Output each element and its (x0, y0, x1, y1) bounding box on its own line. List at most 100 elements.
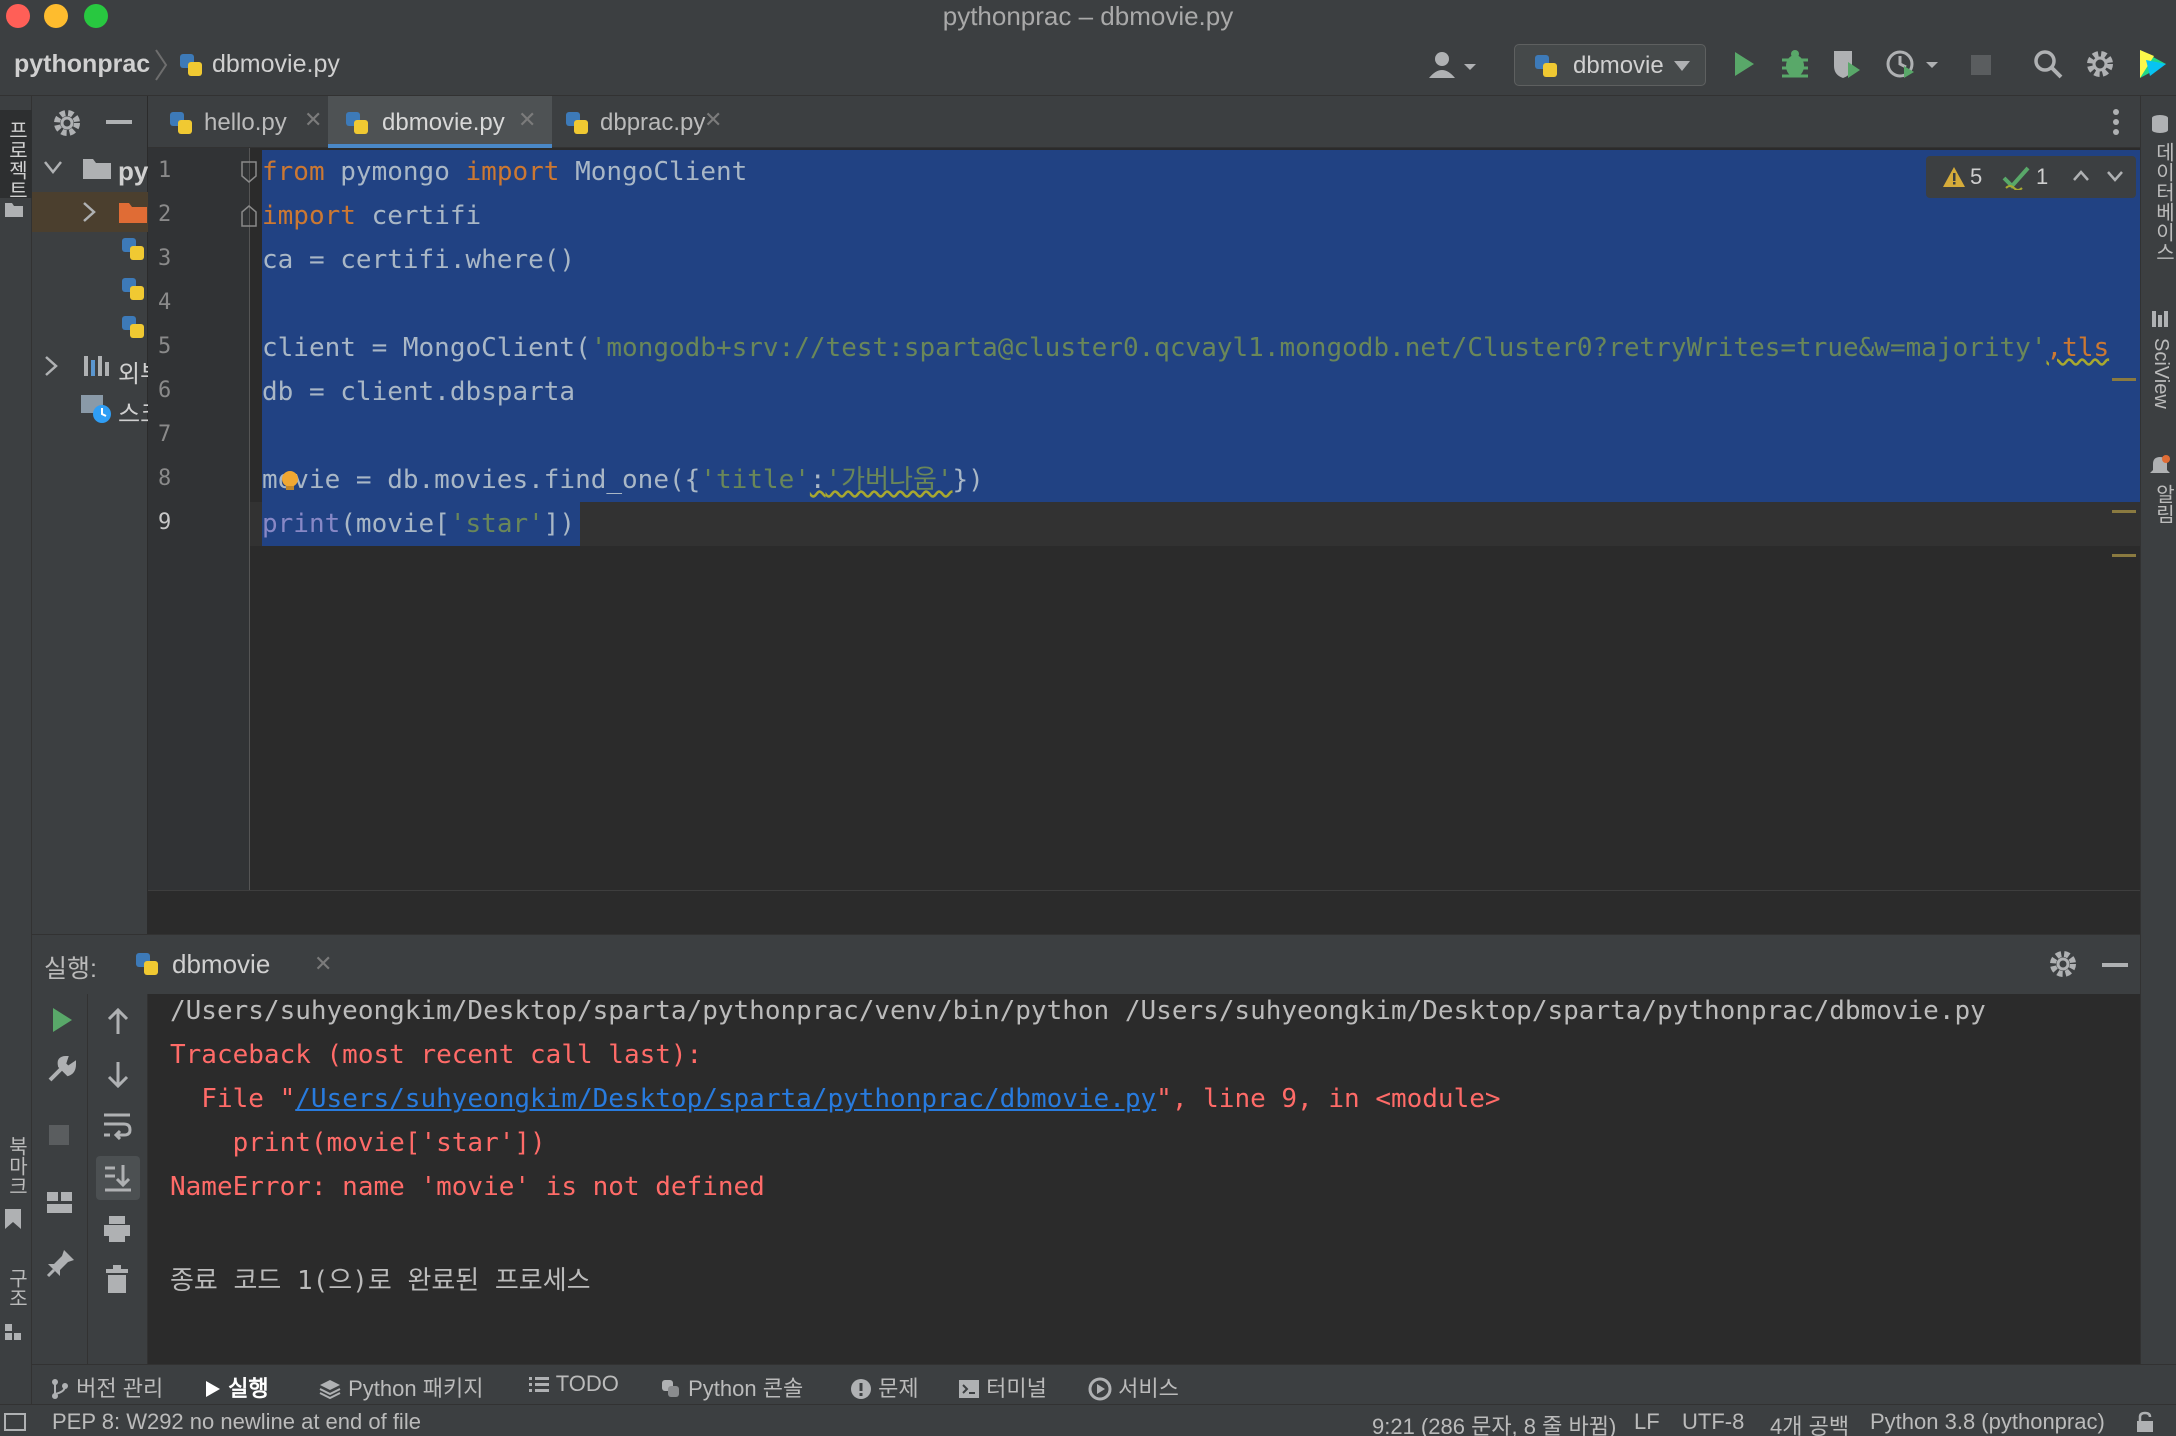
error-stripe-mark[interactable] (2112, 510, 2136, 513)
error-stripe-mark[interactable] (2112, 554, 2136, 557)
intention-bulb-icon[interactable] (280, 470, 300, 492)
jetbrains-logo-icon[interactable] (2136, 46, 2170, 82)
line-number: 2 (158, 202, 172, 227)
bookmarks-tool-button[interactable]: 북마크 (2, 1136, 31, 1196)
python-interpreter[interactable]: Python 3.8 (pythonprac) (1870, 1409, 2105, 1435)
settings-gear-icon[interactable] (2084, 48, 2116, 80)
chevron-right-icon[interactable] (82, 202, 96, 222)
python-icon (136, 953, 158, 975)
scratches-icon (81, 395, 111, 423)
problems-icon (851, 1379, 871, 1399)
profiler-icon[interactable] (1884, 48, 1940, 80)
tab-dbmovie-py[interactable]: dbmovie.py ✕ (328, 96, 552, 148)
pin-icon[interactable] (46, 1248, 76, 1278)
fold-start-icon[interactable] (240, 160, 258, 186)
console-traceback-header: Traceback (most recent call last): (170, 1040, 703, 1070)
fold-end-icon[interactable] (240, 202, 258, 228)
indent-setting[interactable]: 4개 공백 (1770, 1409, 1849, 1436)
project-tool-button[interactable]: 프로젝트 (0, 110, 32, 200)
file-encoding[interactable]: UTF-8 (1682, 1409, 1744, 1435)
tab-hello-py[interactable]: hello.py ✕ (158, 96, 334, 148)
toggle-tool-windows-icon[interactable] (4, 1413, 26, 1431)
arrow-up-icon[interactable] (106, 1008, 130, 1036)
arrow-down-icon[interactable] (106, 1060, 130, 1088)
soft-wrap-icon[interactable] (102, 1110, 132, 1140)
structure-icon (5, 1324, 21, 1340)
navigation-bar: pythonprac dbmovie.py dbmovie (0, 34, 2176, 96)
run-icon[interactable] (1732, 50, 1756, 78)
chevron-down-icon[interactable] (44, 160, 62, 174)
breadcrumb-project[interactable]: pythonprac (14, 50, 150, 79)
chevron-down-icon (1674, 61, 1690, 71)
run-tab-dbmovie[interactable]: dbmovie ✕ (130, 943, 352, 987)
more-tabs-icon[interactable] (2112, 108, 2120, 136)
code-line-3: ca = certifi.where() (262, 245, 576, 275)
vcs-user-icon[interactable] (1426, 48, 1478, 82)
tool-problems[interactable]: 문제 (850, 1371, 919, 1403)
weak-warning-count: 1 (2036, 164, 2049, 189)
gear-icon[interactable] (2048, 949, 2078, 979)
tool-version-control[interactable]: 버전 관리 (50, 1371, 163, 1403)
tool-run[interactable]: 실행 (204, 1371, 269, 1403)
close-tab-icon[interactable]: ✕ (314, 951, 332, 977)
line-number: 6 (158, 378, 172, 403)
run-panel-label: 실행: (44, 955, 97, 983)
tool-python-packages[interactable]: Python 패키지 (318, 1371, 483, 1403)
line-number: 4 (158, 290, 172, 315)
chevron-right-icon[interactable] (44, 356, 58, 376)
tree-row-selected[interactable] (32, 192, 148, 232)
python-file-icon[interactable] (120, 236, 148, 264)
line-number: 3 (158, 246, 172, 271)
warning-count: 5 (1970, 164, 1983, 189)
debug-icon[interactable] (1780, 48, 1810, 80)
close-tab-icon[interactable]: ✕ (704, 107, 722, 133)
tab-dbprac-py[interactable]: dbprac.py ✕ (552, 96, 732, 148)
code-line-9: print(movie['star']) (262, 509, 576, 539)
stop-icon[interactable] (1970, 54, 1992, 76)
breadcrumb-file[interactable]: dbmovie.py (212, 50, 340, 79)
close-tab-icon[interactable]: ✕ (304, 107, 322, 133)
layout-icon[interactable] (46, 1190, 74, 1216)
structure-tool-button[interactable]: 구조 (2, 1268, 31, 1308)
python-file-icon[interactable] (120, 276, 148, 304)
tool-python-console[interactable]: Python 콘솔 (660, 1371, 803, 1403)
cursor-position[interactable]: 9:21 (286 문자, 8 줄 바뀜) (1372, 1409, 1616, 1436)
rerun-icon[interactable] (50, 1006, 74, 1034)
line-separator[interactable]: LF (1634, 1409, 1660, 1435)
list-icon (529, 1377, 549, 1392)
tool-terminal[interactable]: 터미널 (958, 1371, 1047, 1403)
stop-icon[interactable] (48, 1124, 70, 1146)
library-icon (84, 356, 109, 376)
database-tool-button[interactable]: 데이터베이스 (2149, 142, 2176, 262)
previous-problem-icon[interactable] (2072, 168, 2090, 184)
tool-services[interactable]: 서비스 (1088, 1371, 1179, 1403)
gear-icon[interactable] (52, 108, 82, 138)
next-problem-icon[interactable] (2106, 168, 2124, 184)
line-number: 7 (158, 422, 172, 447)
wrench-icon[interactable] (46, 1054, 76, 1084)
notifications-tool-button[interactable]: 알림 (2149, 484, 2176, 524)
scratches-label[interactable]: 스크 (118, 394, 148, 429)
python-file-icon[interactable] (120, 314, 148, 342)
scroll-to-end-button[interactable] (96, 1156, 140, 1200)
error-stripe-mark[interactable] (2112, 378, 2136, 381)
search-icon[interactable] (2032, 48, 2064, 80)
hide-panel-icon[interactable] (2102, 963, 2128, 969)
line-number: 8 (158, 466, 172, 491)
close-tab-icon[interactable]: ✕ (518, 107, 536, 133)
trash-icon[interactable] (104, 1264, 130, 1294)
inspection-widget[interactable]: 5 1 (1926, 156, 2136, 198)
external-libraries-label[interactable]: 외부 (118, 354, 148, 389)
lock-icon[interactable] (2134, 1411, 2156, 1433)
coverage-icon[interactable] (1830, 48, 1862, 80)
run-configuration-selector[interactable]: dbmovie (1514, 44, 1706, 86)
hide-panel-icon[interactable] (106, 120, 132, 126)
status-message[interactable]: PEP 8: W292 no newline at end of file (52, 1409, 421, 1435)
project-root-label[interactable]: py (118, 156, 148, 187)
database-icon (2152, 115, 2168, 133)
scroll-to-end-icon (105, 1165, 131, 1192)
traceback-file-link[interactable]: /Users/suhyeongkim/Desktop/sparta/python… (295, 1084, 1156, 1114)
print-icon[interactable] (102, 1214, 132, 1244)
tool-todo[interactable]: TODO (528, 1371, 619, 1397)
sciview-tool-button[interactable]: SciView (2149, 338, 2172, 409)
